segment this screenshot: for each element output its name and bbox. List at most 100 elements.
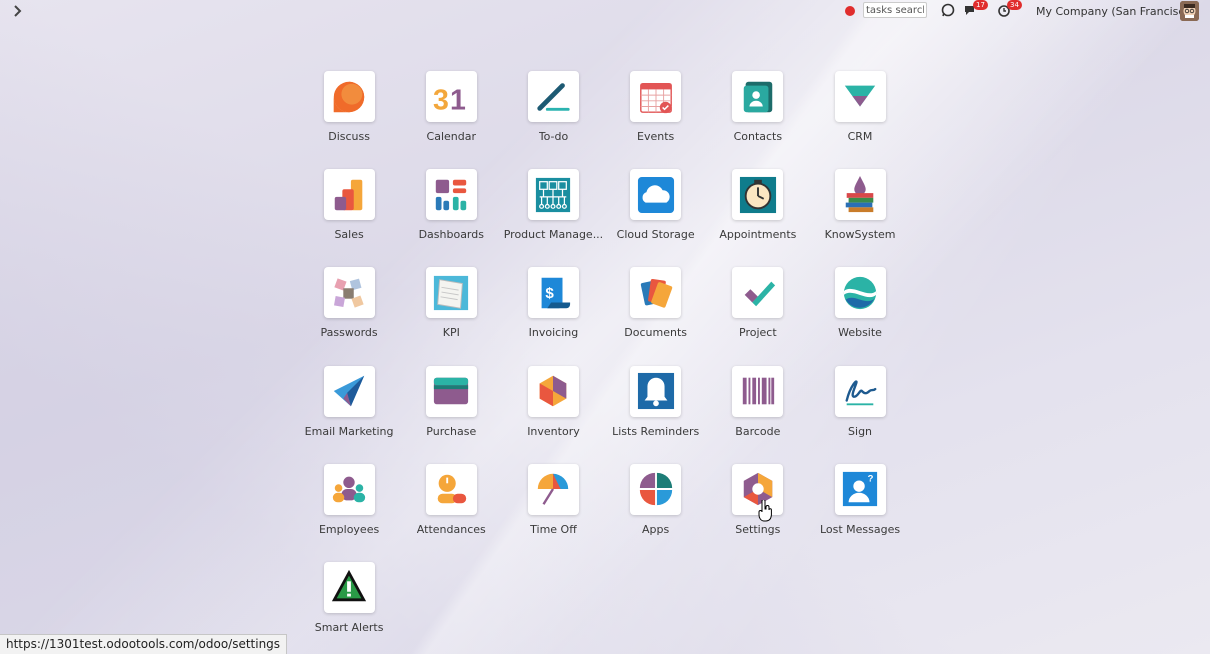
appointments-icon (739, 176, 776, 213)
app-label: Attendances (416, 522, 486, 536)
discuss-icon (333, 81, 365, 112)
lost-messages-icon: ? (842, 472, 878, 507)
app-label: Website (838, 326, 882, 340)
app-knowsystem[interactable]: KnowSystem (809, 169, 911, 267)
project-icon (744, 281, 775, 307)
app-tile (732, 267, 784, 319)
app-label: Purchase (426, 424, 477, 438)
app-lists-reminders[interactable]: Lists Reminders (605, 365, 707, 464)
app-discuss[interactable]: Discuss (298, 71, 400, 169)
app-smart-alerts[interactable]: Smart Alerts (298, 561, 400, 654)
invoicing-icon: $ (542, 277, 571, 309)
messages-badge: 17 (973, 0, 988, 10)
app-label: Project (739, 326, 777, 340)
dashboards-icon (436, 179, 467, 210)
app-tile (527, 71, 579, 122)
app-appointments[interactable]: Appointments (707, 169, 809, 267)
app-apps[interactable]: Apps (605, 463, 707, 562)
svg-text:1: 1 (450, 84, 466, 116)
app-calendar[interactable]: 3 1 Calendar (400, 71, 502, 169)
app-label: Dashboards (418, 228, 484, 242)
cloud-storage-icon (637, 176, 674, 213)
app-barcode[interactable]: Barcode (707, 365, 809, 464)
chat-bubble-icon[interactable] (939, 2, 959, 20)
app-todo[interactable]: To-do (502, 71, 604, 169)
app-employees[interactable]: Employees (298, 463, 400, 562)
app-label: Inventory (527, 424, 580, 438)
app-sales[interactable]: Sales (298, 169, 400, 267)
app-tile (527, 365, 579, 417)
apps-icon (639, 473, 672, 506)
app-cloud-storage[interactable]: Cloud Storage (605, 169, 707, 267)
app-invoicing[interactable]: $ Invoicing (502, 267, 604, 365)
app-label: Settings (735, 522, 781, 536)
app-label: Employees (318, 522, 380, 536)
app-lost-messages[interactable]: ? Lost Messages (809, 463, 911, 562)
sign-icon (845, 380, 877, 406)
passwords-icon (334, 278, 364, 308)
app-contacts[interactable]: Contacts (707, 71, 809, 169)
app-documents[interactable]: Documents (605, 267, 707, 365)
time-off-icon (538, 474, 569, 506)
lists-reminders-icon (637, 373, 674, 410)
tasks-search-input[interactable] (863, 2, 927, 18)
svg-text:3: 3 (433, 84, 449, 116)
company-switcher[interactable]: My Company (San Francisco) (1036, 5, 1195, 18)
app-inventory[interactable]: Inventory (502, 365, 604, 464)
app-label: Time Off (530, 522, 577, 536)
documents-icon (640, 278, 672, 308)
app-tile (323, 561, 375, 613)
app-attendances[interactable]: Attendances (400, 463, 502, 562)
app-email-marketing[interactable]: Email Marketing (298, 365, 400, 464)
app-label: Invoicing (528, 326, 579, 340)
app-tile: $ (527, 267, 579, 319)
app-tile (834, 71, 886, 122)
app-tile (834, 169, 886, 221)
app-label: Sign (848, 424, 873, 438)
app-purchase[interactable]: Purchase (400, 365, 502, 464)
record-indicator-icon[interactable] (845, 6, 855, 16)
app-kpi[interactable]: KPI (400, 267, 502, 365)
app-website[interactable]: Website (809, 267, 911, 365)
employees-icon (332, 476, 366, 503)
chevron-right-icon[interactable] (10, 3, 26, 19)
app-label: Apps (642, 522, 670, 536)
app-tile (425, 365, 477, 417)
app-passwords[interactable]: Passwords (298, 267, 400, 365)
messages-button[interactable]: 17 (963, 0, 988, 20)
link-preview-statusbar: https://1301test.odootools.com/odoo/sett… (0, 634, 288, 654)
app-tile (630, 71, 682, 122)
todo-icon (537, 82, 571, 111)
knowsystem-icon (845, 175, 874, 212)
app-tile (323, 463, 375, 515)
product-management-icon (536, 177, 571, 212)
app-label: Lost Messages (819, 522, 901, 536)
activities-button[interactable]: 34 (997, 0, 1022, 20)
app-dashboards[interactable]: Dashboards (400, 169, 502, 267)
kpi-icon (434, 275, 469, 310)
app-label: Cloud Storage (616, 228, 695, 242)
top-navbar: 17 34 My Company (San Francisco) (0, 0, 1210, 24)
barcode-icon (742, 377, 774, 405)
app-tile: 3 1 (425, 71, 477, 122)
app-crm[interactable]: CRM (809, 71, 911, 169)
app-label: Calendar (426, 130, 477, 143)
app-sign[interactable]: Sign (809, 365, 911, 464)
app-tile (834, 267, 886, 319)
app-label: Barcode (735, 424, 781, 438)
calendar-icon: 3 1 (433, 84, 466, 116)
apps-grid: Discuss 3 1 Calendar To-do Events Contac… (298, 71, 911, 654)
app-tile (323, 365, 375, 417)
attendances-icon (437, 475, 467, 504)
app-project[interactable]: Project (707, 267, 809, 365)
app-tile (323, 71, 375, 122)
app-time-off[interactable]: Time Off (502, 463, 604, 562)
crm-icon (844, 85, 876, 106)
app-label: Email Marketing (304, 424, 394, 438)
app-product-management[interactable]: Product Manage... (502, 169, 604, 267)
user-avatar[interactable] (1180, 1, 1199, 21)
app-events[interactable]: Events (605, 71, 707, 169)
purchase-icon (434, 377, 469, 405)
app-tile (834, 365, 886, 417)
inventory-icon (540, 375, 567, 407)
